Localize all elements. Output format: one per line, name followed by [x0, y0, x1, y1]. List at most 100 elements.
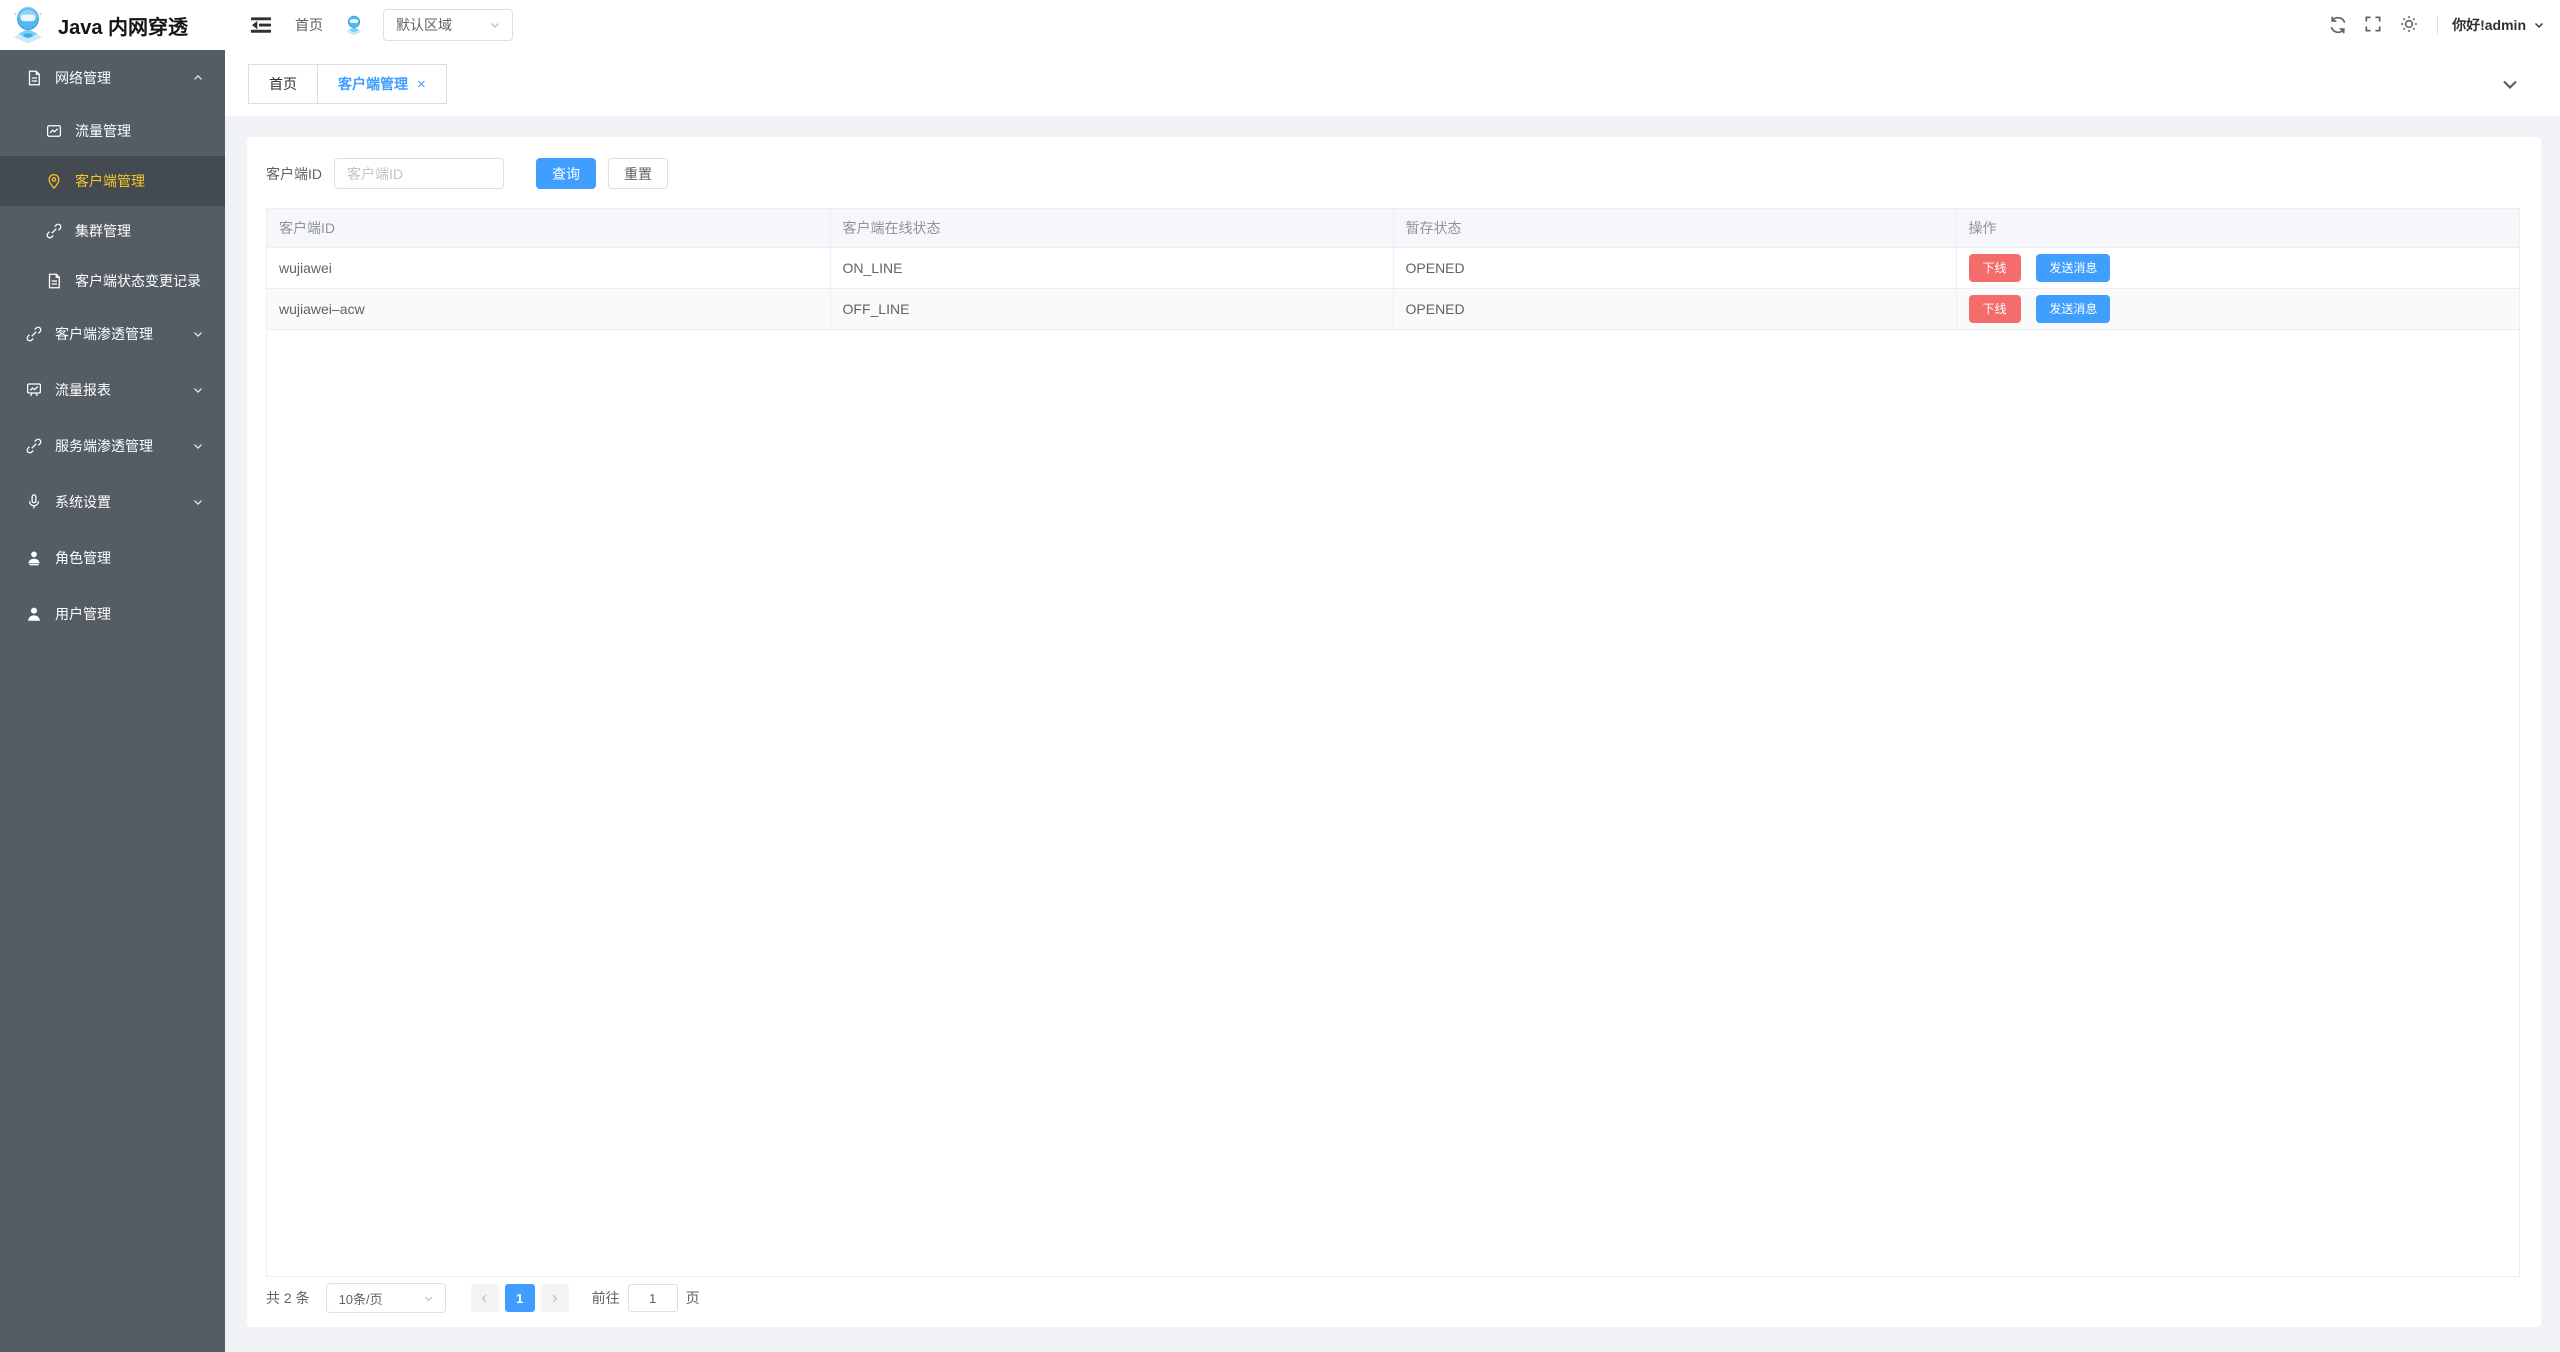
document-icon: [45, 272, 63, 290]
link-icon: [25, 437, 43, 455]
link-icon: [45, 222, 63, 240]
cell-online-status: OFF_LINE: [830, 288, 1393, 329]
cell-client-id: wujiawei: [267, 247, 830, 288]
location-pin-icon: [45, 172, 63, 190]
document-icon: [25, 69, 43, 87]
chevron-down-icon: [191, 327, 205, 341]
reset-button[interactable]: 重置: [608, 158, 668, 189]
chart-board-icon: [25, 381, 43, 399]
query-button[interactable]: 查询: [536, 158, 596, 189]
sidebar-item-label: 用户管理: [55, 604, 111, 624]
chevron-down-icon: [2498, 72, 2522, 96]
table-row: wujiawei–acw OFF_LINE OPENED 下线 发送消息: [267, 288, 2519, 329]
next-page-button[interactable]: [541, 1284, 569, 1312]
send-message-button[interactable]: 发送消息: [2036, 254, 2110, 282]
sidebar-item-label: 集群管理: [75, 221, 131, 241]
app-logo-icon: [8, 5, 48, 45]
goto-page-label: 前往: [592, 1288, 620, 1308]
region-select[interactable]: 默认区域: [383, 9, 513, 41]
user-greeting: 你好!admin: [2452, 15, 2526, 35]
pagination: 共 2 条 10条/页 1 前往 页: [266, 1283, 700, 1313]
breadcrumb-logo-icon: [343, 14, 365, 36]
cell-client-id: wujiawei–acw: [267, 288, 830, 329]
tab-options-button[interactable]: [2498, 72, 2522, 96]
sidebar-item-server-penetration-management[interactable]: 服务端渗透管理: [0, 418, 225, 474]
sidebar-item-network-management[interactable]: 网络管理: [0, 50, 225, 106]
cell-actions: 下线 发送消息: [1956, 288, 2519, 329]
cell-stash-status: OPENED: [1393, 288, 1956, 329]
column-header-stash-status: 暂存状态: [1393, 209, 1956, 247]
tab-close-icon[interactable]: ×: [417, 77, 426, 92]
open-tabs: 首页 客户端管理 ×: [248, 64, 447, 104]
chevron-up-icon: [191, 71, 205, 85]
sidebar-item-label: 服务端渗透管理: [55, 436, 153, 456]
page-number-button[interactable]: 1: [505, 1284, 535, 1312]
tab-bar: 首页 客户端管理 ×: [225, 50, 2560, 116]
sidebar-item-user-management[interactable]: 用户管理: [0, 586, 225, 642]
sidebar-item-label: 系统设置: [55, 492, 111, 512]
chevron-down-icon: [422, 1292, 435, 1305]
user-icon: [25, 605, 43, 623]
region-select-value: 默认区域: [396, 15, 452, 35]
fullscreen-icon: [2363, 14, 2383, 34]
sidebar-item-client-penetration-management[interactable]: 客户端渗透管理: [0, 306, 225, 362]
send-message-button[interactable]: 发送消息: [2036, 295, 2110, 323]
user-menu[interactable]: 你好!admin: [2452, 15, 2546, 35]
client-id-label: 客户端ID: [266, 164, 322, 184]
page-size-value: 10条/页: [339, 1289, 383, 1308]
sidebar-nav: 网络管理 流量管理 客户端管理 集群管理 客户端状态变更记录 客户端渗透: [0, 50, 225, 1352]
hamburger-fold-icon: [249, 13, 273, 37]
sidebar-item-traffic-management[interactable]: 流量管理: [0, 106, 225, 156]
app-title: Java 内网穿透: [58, 11, 188, 40]
cell-online-status: ON_LINE: [830, 247, 1393, 288]
sidebar-item-label: 客户端管理: [75, 171, 145, 191]
cell-stash-status: OPENED: [1393, 247, 1956, 288]
chevron-down-icon: [191, 383, 205, 397]
fullscreen-button[interactable]: [2363, 14, 2385, 36]
sidebar-item-system-settings[interactable]: 系统设置: [0, 474, 225, 530]
page-size-select[interactable]: 10条/页: [326, 1283, 446, 1313]
sidebar-item-client-status-change-log[interactable]: 客户端状态变更记录: [0, 256, 225, 306]
tab-home[interactable]: 首页: [248, 64, 318, 104]
content-card: 客户端ID 查询 重置 客户端ID 客户端在线状态 暂存状态 操作: [247, 137, 2541, 1327]
sidebar-fold-button[interactable]: [249, 13, 273, 37]
sidebar-item-traffic-report[interactable]: 流量报表: [0, 362, 225, 418]
user-icon: [25, 549, 43, 567]
table-row: wujiawei ON_LINE OPENED 下线 发送消息: [267, 247, 2519, 288]
clients-table: 客户端ID 客户端在线状态 暂存状态 操作 wujiawei ON_LINE O…: [266, 208, 2520, 1277]
total-count-label: 共 2 条: [266, 1288, 310, 1308]
offline-button[interactable]: 下线: [1969, 295, 2021, 323]
tab-label: 首页: [269, 74, 297, 94]
tab-client-management[interactable]: 客户端管理 ×: [317, 64, 447, 104]
chevron-down-icon: [191, 439, 205, 453]
theme-button[interactable]: [2399, 14, 2421, 36]
refresh-icon: [2327, 14, 2349, 36]
offline-button[interactable]: 下线: [1969, 254, 2021, 282]
sun-theme-icon: [2399, 14, 2419, 34]
line-chart-icon: [45, 122, 63, 140]
prev-page-button[interactable]: [471, 1284, 499, 1312]
column-header-online-status: 客户端在线状态: [830, 209, 1393, 247]
sidebar-item-client-management[interactable]: 客户端管理: [0, 156, 225, 206]
sidebar-item-label: 角色管理: [55, 548, 111, 568]
chevron-left-icon: [478, 1292, 491, 1305]
header-divider: [2437, 16, 2438, 34]
chevron-down-icon: [488, 18, 502, 32]
app-header: Java 内网穿透 首页 默认区域: [0, 0, 2560, 50]
client-id-input[interactable]: [334, 158, 504, 189]
column-header-actions: 操作: [1956, 209, 2519, 247]
breadcrumb[interactable]: 首页: [295, 15, 323, 35]
sidebar-item-role-management[interactable]: 角色管理: [0, 530, 225, 586]
sidebar-item-label: 客户端渗透管理: [55, 324, 153, 344]
column-header-client-id: 客户端ID: [267, 209, 830, 247]
sidebar-item-label: 流量管理: [75, 121, 131, 141]
table-header-row: 客户端ID 客户端在线状态 暂存状态 操作: [267, 209, 2519, 247]
sidebar-item-label: 网络管理: [55, 68, 111, 88]
search-form: 客户端ID 查询 重置: [266, 158, 668, 189]
refresh-button[interactable]: [2327, 14, 2349, 36]
page-unit-label: 页: [686, 1288, 700, 1308]
goto-page-input[interactable]: [628, 1284, 678, 1312]
chevron-down-icon: [191, 495, 205, 509]
sidebar-item-cluster-management[interactable]: 集群管理: [0, 206, 225, 256]
main-content: 客户端ID 查询 重置 客户端ID 客户端在线状态 暂存状态 操作: [225, 116, 2560, 1352]
